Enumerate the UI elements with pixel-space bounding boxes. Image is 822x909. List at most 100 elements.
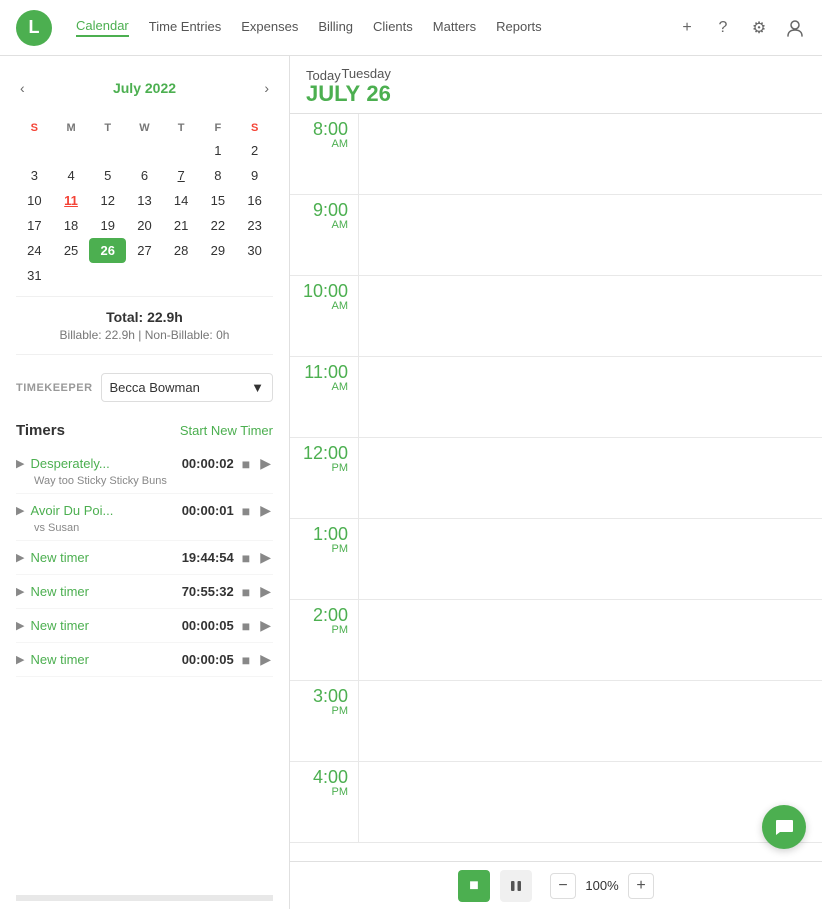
- sidebar-scroll[interactable]: ‹ July 2022 › SMTWTFS 123456789101112131…: [0, 56, 289, 895]
- timer-name-1[interactable]: Avoir Du Poi...: [30, 503, 175, 518]
- timer-item-5: ▶ New timer 00:00:05 ■ ▶: [16, 643, 273, 677]
- timer-save-1[interactable]: ■: [240, 501, 252, 521]
- timer-name-5[interactable]: New timer: [30, 652, 175, 667]
- time-content-5[interactable]: [358, 519, 822, 599]
- timer-name-2[interactable]: New timer: [30, 550, 175, 565]
- zoom-in-button[interactable]: +: [628, 873, 654, 899]
- timer-chevron-3[interactable]: ▶: [16, 585, 24, 598]
- timer-chevron-5[interactable]: ▶: [16, 653, 24, 666]
- time-row-5[interactable]: 1:00 PM: [290, 519, 822, 600]
- settings-icon[interactable]: ⚙: [748, 17, 770, 39]
- timer-play-2[interactable]: ▶: [258, 547, 273, 568]
- timekeeper-select[interactable]: Becca Bowman ▼: [101, 373, 273, 402]
- nav-link-reports[interactable]: Reports: [496, 19, 542, 36]
- cal-day-22[interactable]: 22: [200, 213, 237, 238]
- time-content-7[interactable]: [358, 681, 822, 761]
- nav-link-calendar[interactable]: Calendar: [76, 18, 129, 37]
- add-icon[interactable]: +: [676, 17, 698, 39]
- timer-save-4[interactable]: ■: [240, 616, 252, 636]
- time-content-6[interactable]: [358, 600, 822, 680]
- time-content-4[interactable]: [358, 438, 822, 518]
- cal-day-11[interactable]: 11: [53, 188, 90, 213]
- cal-day-empty-51: [53, 263, 90, 288]
- cal-day-9[interactable]: 9: [236, 163, 273, 188]
- chat-bubble[interactable]: [762, 805, 806, 849]
- cal-weekday-t4: T: [163, 118, 200, 138]
- cal-day-20[interactable]: 20: [126, 213, 163, 238]
- cal-day-26[interactable]: 26: [89, 238, 126, 263]
- cal-day-18[interactable]: 18: [53, 213, 90, 238]
- timer-chevron-4[interactable]: ▶: [16, 619, 24, 632]
- time-row-0[interactable]: 8:00 AM: [290, 114, 822, 195]
- cal-day-27[interactable]: 27: [126, 238, 163, 263]
- cal-day-2[interactable]: 2: [236, 138, 273, 163]
- timer-save-0[interactable]: ■: [240, 454, 252, 474]
- calendar-prev-button[interactable]: ‹: [16, 76, 29, 100]
- cal-day-13[interactable]: 13: [126, 188, 163, 213]
- timer-save-5[interactable]: ■: [240, 650, 252, 670]
- nav-link-matters[interactable]: Matters: [433, 19, 476, 36]
- start-new-timer-button[interactable]: Start New Timer: [180, 423, 273, 438]
- cal-day-12[interactable]: 12: [89, 188, 126, 213]
- timer-play-3[interactable]: ▶: [258, 581, 273, 602]
- cal-day-3[interactable]: 3: [16, 163, 53, 188]
- cal-day-19[interactable]: 19: [89, 213, 126, 238]
- time-row-2[interactable]: 10:00 AM: [290, 276, 822, 357]
- cal-day-7[interactable]: 7: [163, 163, 200, 188]
- timer-chevron-1[interactable]: ▶: [16, 504, 24, 517]
- time-content-2[interactable]: [358, 276, 822, 356]
- time-row-8[interactable]: 4:00 PM: [290, 762, 822, 843]
- time-content-0[interactable]: [358, 114, 822, 194]
- cal-day-17[interactable]: 17: [16, 213, 53, 238]
- zoom-out-button[interactable]: −: [550, 873, 576, 899]
- cal-day-5[interactable]: 5: [89, 163, 126, 188]
- timer-play-1[interactable]: ▶: [258, 500, 273, 521]
- cal-day-10[interactable]: 10: [16, 188, 53, 213]
- time-row-6[interactable]: 2:00 PM: [290, 600, 822, 681]
- nav-link-billing[interactable]: Billing: [318, 19, 353, 36]
- time-scroll[interactable]: 8:00 AM 9:00 AM 10:00 AM 11:00 AM 12:00 …: [290, 114, 822, 861]
- cal-day-24[interactable]: 24: [16, 238, 53, 263]
- cal-day-23[interactable]: 23: [236, 213, 273, 238]
- timer-save-3[interactable]: ■: [240, 582, 252, 602]
- cal-day-16[interactable]: 16: [236, 188, 273, 213]
- timer-chevron-0[interactable]: ▶: [16, 457, 24, 470]
- cal-day-6[interactable]: 6: [126, 163, 163, 188]
- time-content-1[interactable]: [358, 195, 822, 275]
- nav-link-expenses[interactable]: Expenses: [241, 19, 298, 36]
- cal-day-31[interactable]: 31: [16, 263, 53, 288]
- timer-name-4[interactable]: New timer: [30, 618, 175, 633]
- time-label-5: 1:00 PM: [290, 519, 358, 555]
- time-content-3[interactable]: [358, 357, 822, 437]
- account-icon[interactable]: [784, 17, 806, 39]
- time-row-1[interactable]: 9:00 AM: [290, 195, 822, 276]
- time-content-8[interactable]: [358, 762, 822, 842]
- timer-name-0[interactable]: Desperately...: [30, 456, 175, 471]
- time-row-7[interactable]: 3:00 PM: [290, 681, 822, 762]
- cal-day-4[interactable]: 4: [53, 163, 90, 188]
- stop-button[interactable]: ■: [458, 870, 490, 902]
- timer-chevron-2[interactable]: ▶: [16, 551, 24, 564]
- cal-day-30[interactable]: 30: [236, 238, 273, 263]
- timer-play-5[interactable]: ▶: [258, 649, 273, 670]
- timer-name-3[interactable]: New timer: [30, 584, 175, 599]
- help-icon[interactable]: ?: [712, 17, 734, 39]
- pause-button[interactable]: [500, 870, 532, 902]
- time-row-3[interactable]: 11:00 AM: [290, 357, 822, 438]
- timer-play-4[interactable]: ▶: [258, 615, 273, 636]
- cal-day-29[interactable]: 29: [200, 238, 237, 263]
- cal-day-8[interactable]: 8: [200, 163, 237, 188]
- cal-day-25[interactable]: 25: [53, 238, 90, 263]
- cal-day-28[interactable]: 28: [163, 238, 200, 263]
- calendar-next-button[interactable]: ›: [260, 76, 273, 100]
- date-monthday: JULY 26: [306, 81, 391, 107]
- nav-link-time-entries[interactable]: Time Entries: [149, 19, 221, 36]
- timer-save-2[interactable]: ■: [240, 548, 252, 568]
- cal-day-14[interactable]: 14: [163, 188, 200, 213]
- cal-day-15[interactable]: 15: [200, 188, 237, 213]
- nav-link-clients[interactable]: Clients: [373, 19, 413, 36]
- cal-day-21[interactable]: 21: [163, 213, 200, 238]
- timer-play-0[interactable]: ▶: [258, 453, 273, 474]
- cal-day-1[interactable]: 1: [200, 138, 237, 163]
- time-row-4[interactable]: 12:00 PM: [290, 438, 822, 519]
